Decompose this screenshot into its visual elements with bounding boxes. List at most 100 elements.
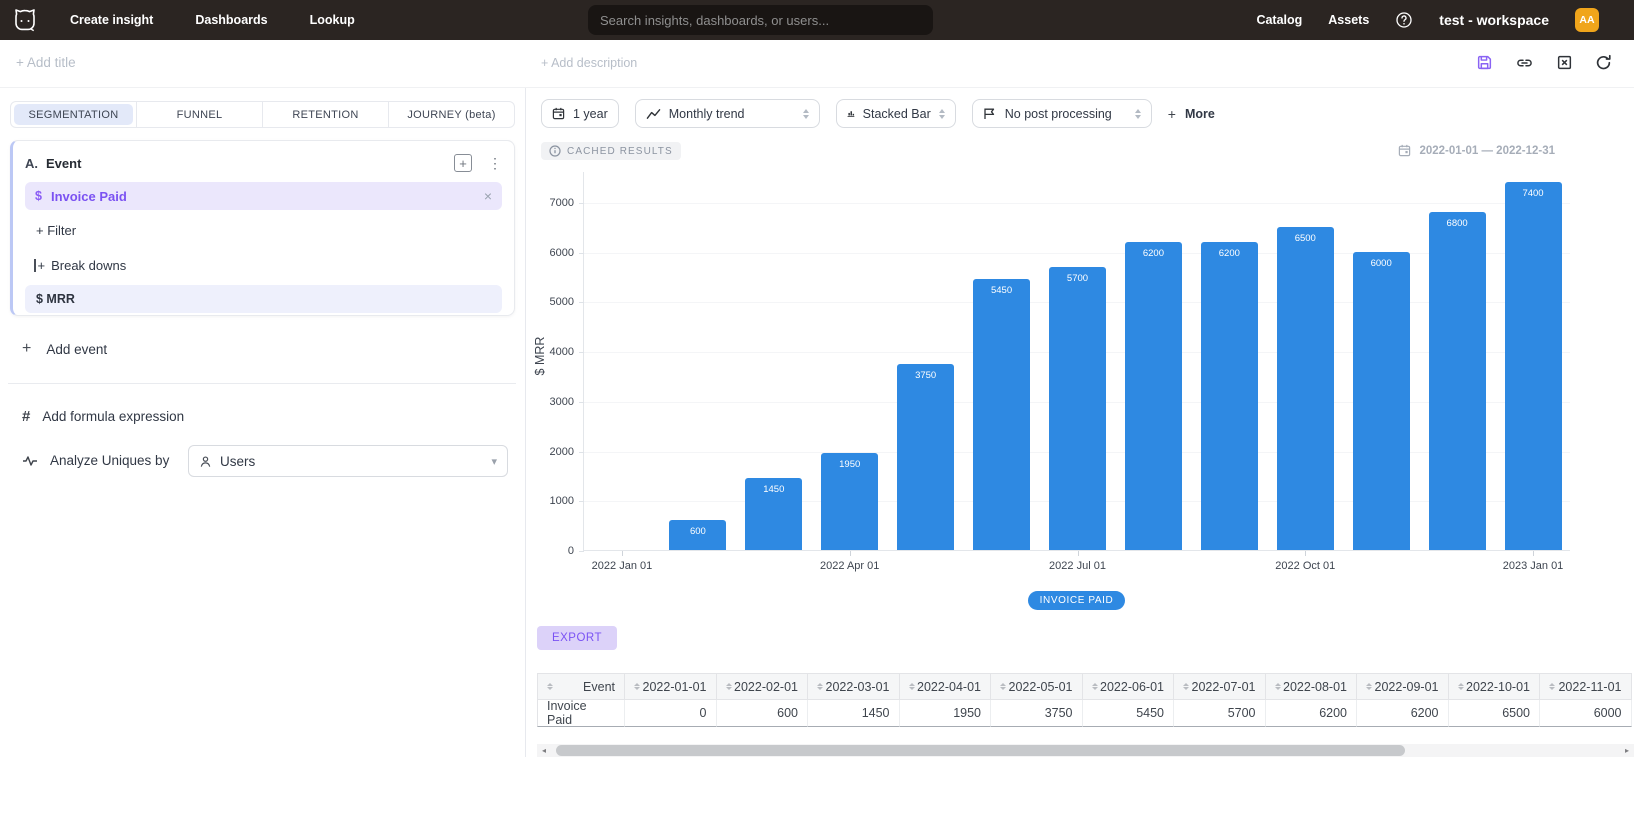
y-tick-label: 0 <box>532 545 574 557</box>
chart-legend: INVOICE PAID <box>583 591 1570 610</box>
breakdowns-button[interactable]: + Break downs <box>25 258 502 273</box>
table-value-cell: 6200 <box>1357 700 1449 727</box>
scroll-right-arrow[interactable]: ▸ <box>1620 744 1634 757</box>
app-logo-cat-icon[interactable] <box>12 8 38 32</box>
scrollbar-thumb[interactable] <box>556 745 1405 756</box>
bar-value-label: 5700 <box>1049 273 1106 284</box>
table-header-cell[interactable]: 2022-05-01 <box>991 673 1083 700</box>
nav-catalog[interactable]: Catalog <box>1256 13 1302 27</box>
nav-assets[interactable]: Assets <box>1328 13 1369 27</box>
sort-icon[interactable] <box>909 683 915 691</box>
nav-create-insight[interactable]: Create insight <box>70 13 153 27</box>
sort-icon[interactable] <box>1000 683 1006 691</box>
calendar-icon <box>552 107 565 120</box>
refresh-icon[interactable] <box>1595 54 1612 71</box>
scrollbar-track[interactable] <box>551 744 1620 757</box>
tab-retention[interactable]: RETENTION <box>262 102 388 127</box>
bar[interactable] <box>1429 212 1486 550</box>
y-tick-label: 3000 <box>532 396 574 408</box>
table-header-cell[interactable]: 2022-11-01 <box>1540 673 1632 700</box>
table-header-cell[interactable]: 2022-06-01 <box>1083 673 1175 700</box>
sort-icon[interactable] <box>1458 683 1464 691</box>
breakdown-value-label: $ MRR <box>36 292 75 306</box>
table-header-cell[interactable]: 2022-10-01 <box>1449 673 1541 700</box>
table-header-cell[interactable]: 2022-09-01 <box>1357 673 1449 700</box>
bar[interactable] <box>1125 242 1182 550</box>
user-avatar[interactable]: AA <box>1575 8 1599 32</box>
table-header-cell[interactable]: Event <box>537 673 625 700</box>
bar[interactable] <box>1201 242 1258 550</box>
duplicate-event-icon[interactable]: + <box>454 154 472 172</box>
table-value-cell: 6200 <box>1266 700 1358 727</box>
table-header-cell[interactable]: 2022-03-01 <box>808 673 900 700</box>
sort-icon[interactable] <box>1549 683 1555 691</box>
bar[interactable] <box>973 279 1030 550</box>
tab-journey[interactable]: JOURNEY (beta) <box>388 102 514 127</box>
breakdown-bar-icon <box>34 259 36 272</box>
bar-value-label: 7400 <box>1505 188 1562 199</box>
date-range-preset-button[interactable]: 1 year <box>541 99 619 128</box>
tab-segmentation[interactable]: SEGMENTATION <box>11 102 136 127</box>
sort-icon[interactable] <box>726 683 732 691</box>
trend-select[interactable]: Monthly trend <box>635 99 820 128</box>
info-icon <box>549 145 561 157</box>
export-button[interactable]: EXPORT <box>537 626 617 650</box>
add-filter-button[interactable]: + Filter <box>25 223 502 238</box>
x-tick-mark <box>1533 551 1534 556</box>
legend-item-invoice-paid[interactable]: INVOICE PAID <box>1028 591 1126 610</box>
select-chevrons-icon <box>1135 109 1141 119</box>
plus-icon: + <box>22 340 31 358</box>
breakdown-value-row[interactable]: $ MRR <box>25 285 502 313</box>
add-event-button[interactable]: + Add event <box>22 340 107 358</box>
sort-icon[interactable] <box>547 683 553 691</box>
copy-link-icon[interactable] <box>1515 55 1534 71</box>
bar-value-label: 600 <box>669 526 726 537</box>
nav-lookup[interactable]: Lookup <box>310 13 355 27</box>
export-image-icon[interactable] <box>1556 54 1573 71</box>
table-header-cell[interactable]: 2022-08-01 <box>1266 673 1358 700</box>
add-description-button[interactable]: + Add description <box>541 56 637 70</box>
table-header-cell[interactable]: 2022-04-01 <box>900 673 992 700</box>
bar[interactable] <box>1277 227 1334 550</box>
save-icon[interactable] <box>1476 54 1493 71</box>
dollar-event-icon: $ <box>35 189 42 203</box>
sort-icon[interactable] <box>634 683 640 691</box>
sort-icon[interactable] <box>1275 683 1281 691</box>
analysis-tabbar: SEGMENTATION FUNNEL RETENTION JOURNEY (b… <box>10 101 515 128</box>
sort-icon[interactable] <box>1092 683 1098 691</box>
table-value-cell: 6000 <box>1540 700 1632 727</box>
remove-event-icon[interactable]: × <box>484 188 492 204</box>
post-processing-select[interactable]: No post processing <box>972 99 1152 128</box>
global-search-input[interactable] <box>588 5 933 35</box>
workspace-name[interactable]: test - workspace <box>1439 12 1549 28</box>
chart-type-select[interactable]: Stacked Bar <box>836 99 956 128</box>
sort-icon[interactable] <box>1366 683 1372 691</box>
breakdowns-label: Break downs <box>51 258 126 273</box>
bar[interactable] <box>897 364 954 550</box>
add-formula-button[interactable]: # Add formula expression <box>22 408 184 425</box>
help-icon[interactable] <box>1395 11 1413 29</box>
header-action-icons <box>1476 54 1612 71</box>
panel-separator <box>525 88 526 757</box>
tab-funnel[interactable]: FUNNEL <box>136 102 262 127</box>
app-root: { "colors": { "topbar_bg": "#2B2522", "a… <box>0 0 1634 820</box>
chevron-down-icon: ▾ <box>491 455 497 468</box>
add-title-button[interactable]: + Add title <box>16 55 76 70</box>
table-header-cell[interactable]: 2022-02-01 <box>717 673 809 700</box>
event-options-icon[interactable]: ⋮ <box>488 155 502 172</box>
y-tick-mark <box>579 203 584 204</box>
bar[interactable] <box>1353 252 1410 550</box>
table-value-cell: 1950 <box>900 700 992 727</box>
x-tick-label: 2022 Oct 01 <box>1275 560 1335 572</box>
nav-dashboards[interactable]: Dashboards <box>195 13 267 27</box>
more-options-button[interactable]: + More <box>1168 106 1215 122</box>
scroll-left-arrow[interactable]: ◂ <box>537 744 551 757</box>
sort-icon[interactable] <box>1183 683 1189 691</box>
sort-icon[interactable] <box>817 683 823 691</box>
bar[interactable] <box>1049 267 1106 550</box>
analyze-uniques-select[interactable]: Users ▾ <box>188 445 508 477</box>
table-header-cell[interactable]: 2022-07-01 <box>1174 673 1266 700</box>
selected-event-row[interactable]: $ Invoice Paid × <box>25 182 502 210</box>
table-header-cell[interactable]: 2022-01-01 <box>625 673 717 700</box>
bar[interactable] <box>1505 182 1562 550</box>
